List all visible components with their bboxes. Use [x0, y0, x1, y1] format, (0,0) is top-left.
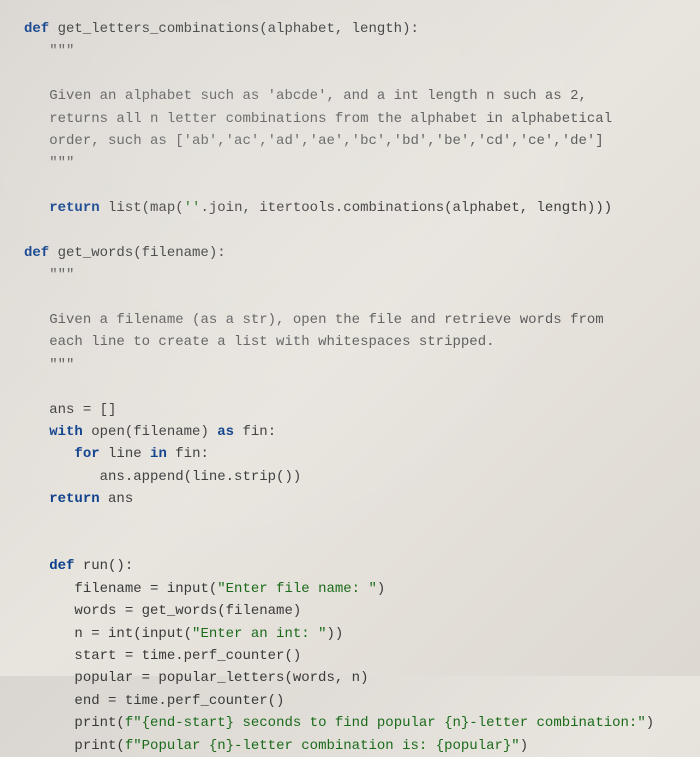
code-token: """	[49, 357, 74, 373]
code-token: open(filename)	[91, 424, 217, 440]
code-line: start = time.perf_counter()	[24, 645, 676, 667]
code-token: fin:	[242, 424, 276, 440]
code-line: """	[24, 152, 676, 174]
code-line: """	[24, 354, 676, 376]
code-line: popular = popular_letters(words, n)	[24, 667, 676, 689]
code-token: Given a filename (as a str), open the fi…	[49, 312, 604, 328]
code-line: def get_letters_combinations(alphabet, l…	[24, 18, 676, 40]
code-token: get_letters_combinations(alphabet, lengt…	[58, 21, 419, 37]
code-token: ''	[184, 200, 201, 216]
code-line: with open(filename) as fin:	[24, 421, 676, 443]
code-token: def	[24, 245, 58, 261]
code-token: fin:	[175, 446, 209, 462]
code-token: )	[520, 738, 528, 754]
code-line: def run():	[24, 555, 676, 577]
code-token: for	[74, 446, 108, 462]
code-line: """	[24, 264, 676, 286]
code-token: def	[24, 21, 58, 37]
code-line: for line in fin:	[24, 443, 676, 465]
code-token: )	[646, 715, 654, 731]
code-token: line	[108, 446, 150, 462]
code-line	[24, 511, 676, 533]
code-token: ans = []	[49, 402, 116, 418]
code-line: """	[24, 40, 676, 62]
code-token: f"{end-start} seconds to find popular {n…	[125, 715, 646, 731]
code-token: """	[49, 155, 74, 171]
code-token: end = time.perf_counter()	[74, 693, 284, 709]
code-line: print(f"{end-start} seconds to find popu…	[24, 712, 676, 734]
code-line	[24, 175, 676, 197]
code-token: words = get_words(filename)	[74, 603, 301, 619]
code-line: end = time.perf_counter()	[24, 690, 676, 712]
code-token: return	[49, 200, 108, 216]
code-token: print(	[74, 738, 124, 754]
code-line	[24, 533, 676, 555]
code-line: return ans	[24, 488, 676, 510]
code-line: Given an alphabet such as 'abcde', and a…	[24, 85, 676, 107]
code-line	[24, 220, 676, 242]
code-token: filename = input(	[74, 581, 217, 597]
code-token: each line to create a list with whitespa…	[49, 334, 494, 350]
code-line: ans = []	[24, 399, 676, 421]
code-line: Given a filename (as a str), open the fi…	[24, 309, 676, 331]
code-token: get_words(filename):	[58, 245, 226, 261]
code-token: start = time.perf_counter()	[74, 648, 301, 664]
code-block: def get_letters_combinations(alphabet, l…	[24, 18, 676, 757]
code-line: def get_words(filename):	[24, 242, 676, 264]
code-line: words = get_words(filename)	[24, 600, 676, 622]
code-token: .join, itertools.combinations(alphabet, …	[200, 200, 612, 216]
code-token: )	[377, 581, 385, 597]
code-token: run():	[83, 558, 133, 574]
code-token: as	[217, 424, 242, 440]
code-line	[24, 376, 676, 398]
code-line: ans.append(line.strip())	[24, 466, 676, 488]
code-line: returns all n letter combinations from t…	[24, 108, 676, 130]
code-line	[24, 63, 676, 85]
code-token: popular = popular_letters(words, n)	[74, 670, 368, 686]
code-line: print(f"Popular {n}-letter combination i…	[24, 735, 676, 757]
code-line: n = int(input("Enter an int: "))	[24, 623, 676, 645]
code-token: """	[49, 267, 74, 283]
code-token: def	[49, 558, 83, 574]
code-line: order, such as ['ab','ac','ad','ae','bc'…	[24, 130, 676, 152]
code-token: Given an alphabet such as 'abcde', and a…	[49, 88, 587, 104]
code-line	[24, 287, 676, 309]
code-token: """	[49, 43, 74, 59]
code-token: "Enter file name: "	[217, 581, 377, 597]
code-token: ans	[108, 491, 133, 507]
code-token: ans.append(line.strip())	[100, 469, 302, 485]
code-token: order, such as ['ab','ac','ad','ae','bc'…	[49, 133, 604, 149]
code-token: with	[49, 424, 91, 440]
code-token: print(	[74, 715, 124, 731]
code-token: n = int(input(	[74, 626, 192, 642]
code-token: "Enter an int: "	[192, 626, 326, 642]
code-token: returns all n letter combinations from t…	[49, 111, 612, 127]
code-token: ))	[326, 626, 343, 642]
code-token: in	[150, 446, 175, 462]
code-token: list(map(	[108, 200, 184, 216]
code-token: return	[49, 491, 108, 507]
code-line: each line to create a list with whitespa…	[24, 331, 676, 353]
code-line: filename = input("Enter file name: ")	[24, 578, 676, 600]
code-line: return list(map(''.join, itertools.combi…	[24, 197, 676, 219]
code-token: f"Popular {n}-letter combination is: {po…	[125, 738, 520, 754]
